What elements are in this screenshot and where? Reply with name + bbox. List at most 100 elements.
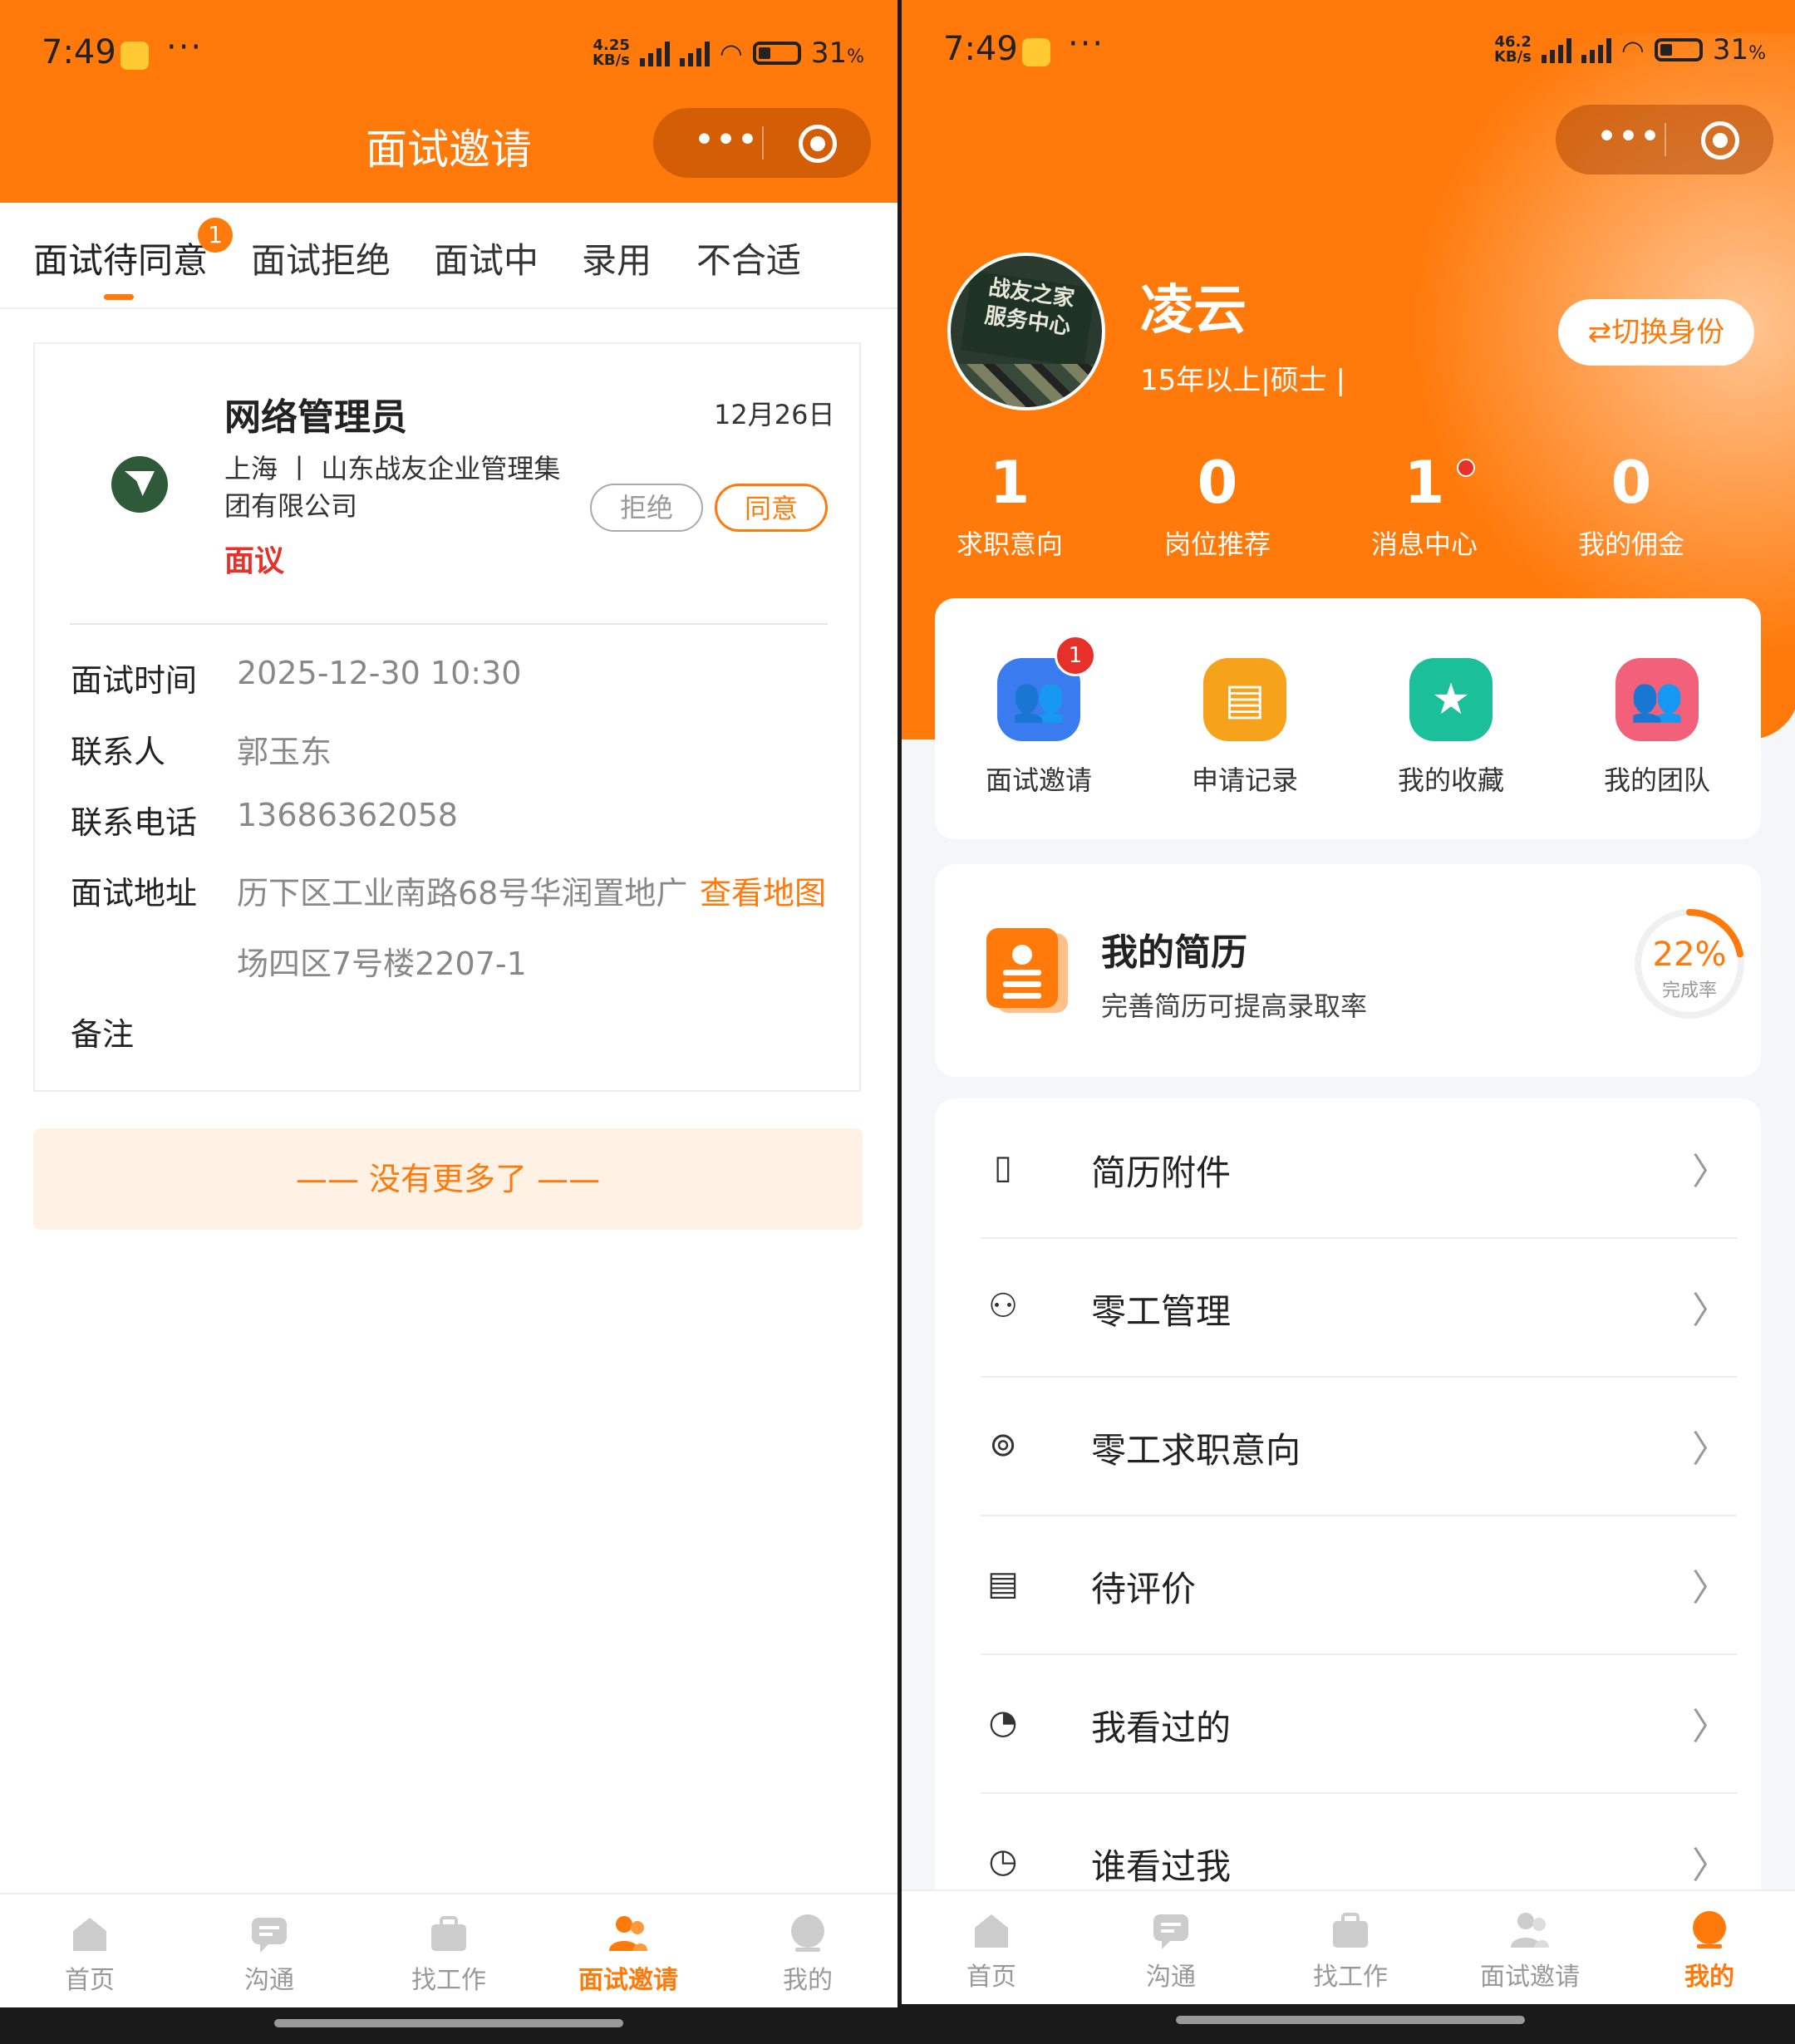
phone-label: 联系电话 <box>71 804 198 841</box>
stat-commission-value[interactable]: 0 <box>1527 449 1735 517</box>
star-icon: ★ <box>1409 658 1493 741</box>
wifi-icon: ◠ <box>719 37 743 69</box>
battery-icon <box>1654 38 1703 61</box>
stat-recommend-value[interactable]: 0 <box>1114 449 1321 517</box>
network-speed: 46.2 KB/s <box>1493 33 1532 66</box>
battery-level: 31% <box>1712 33 1766 66</box>
bottom-tabbar: 首页 沟通 找工作 面试邀请 我的 <box>902 1889 1795 2006</box>
people-icon <box>609 1916 647 1951</box>
tabbar-home[interactable]: 首页 <box>902 1891 1081 2006</box>
menu-label: 零工管理 <box>1091 1291 1232 1332</box>
close-miniprogram-icon[interactable] <box>799 125 837 163</box>
chat-icon <box>252 1918 287 1953</box>
tabbar-label: 面试邀请 <box>1480 1963 1580 1992</box>
tab-pending[interactable]: 面试待同意 <box>33 233 208 283</box>
company-logo <box>111 456 168 513</box>
quick-favorites[interactable]: ★ 我的收藏 <box>1347 658 1555 798</box>
chevron-right-icon: 〉 <box>1692 1428 1729 1471</box>
miniprogram-capsule: ••• <box>1556 105 1773 174</box>
application-record-icon: ▤ <box>1203 658 1286 741</box>
chevron-right-icon: 〉 <box>1692 1706 1729 1748</box>
quick-label: 我的团队 <box>1603 764 1710 796</box>
quick-application-record[interactable]: ▤ 申请记录 <box>1141 658 1349 798</box>
switch-identity-button[interactable]: ⇄切换身份 <box>1558 299 1754 366</box>
stat-messages-label[interactable]: 消息中心 <box>1320 523 1528 562</box>
active-tab-indicator <box>104 294 134 300</box>
attachment-doc-icon: ▯ <box>993 1148 1012 1187</box>
menu-gig-intention[interactable]: ⊚ 零工求职意向 〉 <box>981 1376 1737 1516</box>
completion-label: 完成率 <box>1661 980 1717 1001</box>
interview-card[interactable]: 网络管理员 12月26日 上海 丨 山东战友企业管理集 团有限公司 面议 拒绝 … <box>33 342 861 1092</box>
reject-button[interactable]: 拒绝 <box>590 484 703 532</box>
tabbar-jobs[interactable]: 找工作 <box>359 1894 538 2009</box>
tabbar-label: 找工作 <box>411 1966 486 1995</box>
menu-label: 零工求职意向 <box>1091 1430 1301 1471</box>
interview-invitations-screen: 7:49 ··· 4.25 KB/s ◠ 31% 面试邀请 ••• 面试待同意 1… <box>0 0 898 2044</box>
menu-label: 简历附件 <box>1091 1152 1232 1193</box>
tabbar-chat[interactable]: 沟通 <box>1081 1891 1261 2006</box>
tabbar-interviews[interactable]: 面试邀请 <box>538 1894 718 2009</box>
history-icon: ◔ <box>988 1703 1018 1742</box>
pending-count-badge: 1 <box>198 218 233 253</box>
signal-2-icon <box>679 40 710 66</box>
user-subtitle: 15年以上|硕士 | <box>1140 364 1345 397</box>
menu-resume-attachment[interactable]: ▯ 简历附件 〉 <box>981 1098 1737 1239</box>
tabbar-home[interactable]: 首页 <box>0 1894 180 2009</box>
contact-label: 联系人 <box>71 734 166 770</box>
close-miniprogram-icon[interactable] <box>1701 121 1739 160</box>
menu-pending-review[interactable]: ▤ 待评价 〉 <box>981 1515 1737 1655</box>
interview-invite-badge: 1 <box>1055 635 1096 676</box>
tab-hired[interactable]: 录用 <box>582 233 652 283</box>
people-icon <box>1511 1913 1549 1948</box>
profile-icon <box>1693 1911 1726 1948</box>
stat-messages-value[interactable]: 1 <box>1320 449 1528 517</box>
invite-date: 12月26日 <box>714 399 835 430</box>
miniprogram-capsule: ••• <box>653 108 871 178</box>
quick-interview-invite[interactable]: 👥 面试邀请 <box>935 658 1143 798</box>
menu-viewed[interactable]: ◔ 我看过的 〉 <box>981 1653 1737 1794</box>
note-label: 备注 <box>71 1016 135 1053</box>
tabbar-label: 我的 <box>783 1966 833 1995</box>
tabbar-label: 找工作 <box>1313 1963 1388 1992</box>
tabbar-jobs[interactable]: 找工作 <box>1261 1891 1440 2006</box>
tabbar-interviews[interactable]: 面试邀请 <box>1440 1891 1620 2006</box>
app-notification-icon <box>120 42 149 70</box>
home-icon <box>73 1918 106 1951</box>
tabbar-label: 沟通 <box>244 1966 294 1995</box>
resume-card[interactable]: 我的简历 完善简历可提高录取率 22% 完成率 <box>935 864 1761 1077</box>
agree-button[interactable]: 同意 <box>715 484 828 532</box>
stat-job-intention-value[interactable]: 1 <box>906 449 1114 517</box>
user-circle-icon: ⊚ <box>989 1426 1017 1464</box>
calendar-clock-icon: ◷ <box>988 1842 1018 1880</box>
bottom-tabbar: 首页 沟通 找工作 面试邀请 我的 <box>0 1893 898 2009</box>
quick-label: 面试邀请 <box>985 764 1092 796</box>
menu-label: 我看过的 <box>1091 1707 1232 1748</box>
tabbar-label: 面试邀请 <box>578 1966 678 1995</box>
menu-gig-management[interactable]: ⚇ 零工管理 〉 <box>981 1237 1737 1378</box>
home-indicator <box>902 2004 1795 2044</box>
quick-team[interactable]: 👥 我的团队 <box>1553 658 1761 798</box>
chevron-right-icon: 〉 <box>1692 1290 1729 1332</box>
tab-unsuitable[interactable]: 不合适 <box>696 233 801 283</box>
more-icon[interactable]: ••• <box>695 123 760 157</box>
avatar[interactable]: 战友之家 服务中心 <box>947 253 1105 410</box>
phone-value[interactable]: 13686362058 <box>237 797 458 833</box>
tab-in-progress[interactable]: 面试中 <box>434 233 538 283</box>
more-icon[interactable]: ••• <box>1597 120 1662 154</box>
chevron-right-icon: 〉 <box>1692 1845 1729 1887</box>
tabbar-mine[interactable]: 我的 <box>1620 1891 1795 2006</box>
stat-job-intention-label[interactable]: 求职意向 <box>906 523 1114 562</box>
view-map-link[interactable]: 查看地图 <box>700 867 826 913</box>
tabbar-chat[interactable]: 沟通 <box>180 1894 359 2009</box>
address-line-2: 场四区7号楼2207-1 <box>237 946 527 982</box>
resume-subtitle: 完善简历可提高录取率 <box>1101 990 1368 1022</box>
company-name-cont: 团有限公司 <box>224 490 358 522</box>
tab-rejected[interactable]: 面试拒绝 <box>251 233 391 283</box>
stat-recommend-label[interactable]: 岗位推荐 <box>1114 523 1321 562</box>
tabbar-mine[interactable]: 我的 <box>718 1894 898 2009</box>
battery-level: 31% <box>810 37 864 70</box>
status-bar: 7:49 ··· 46.2 KB/s ◠ 31% <box>902 0 1795 108</box>
status-bar: 7:49 ··· 4.25 KB/s ◠ 31% <box>0 0 898 108</box>
stat-commission-label[interactable]: 我的佣金 <box>1527 523 1735 562</box>
contact-value: 郭玉东 <box>237 734 332 770</box>
